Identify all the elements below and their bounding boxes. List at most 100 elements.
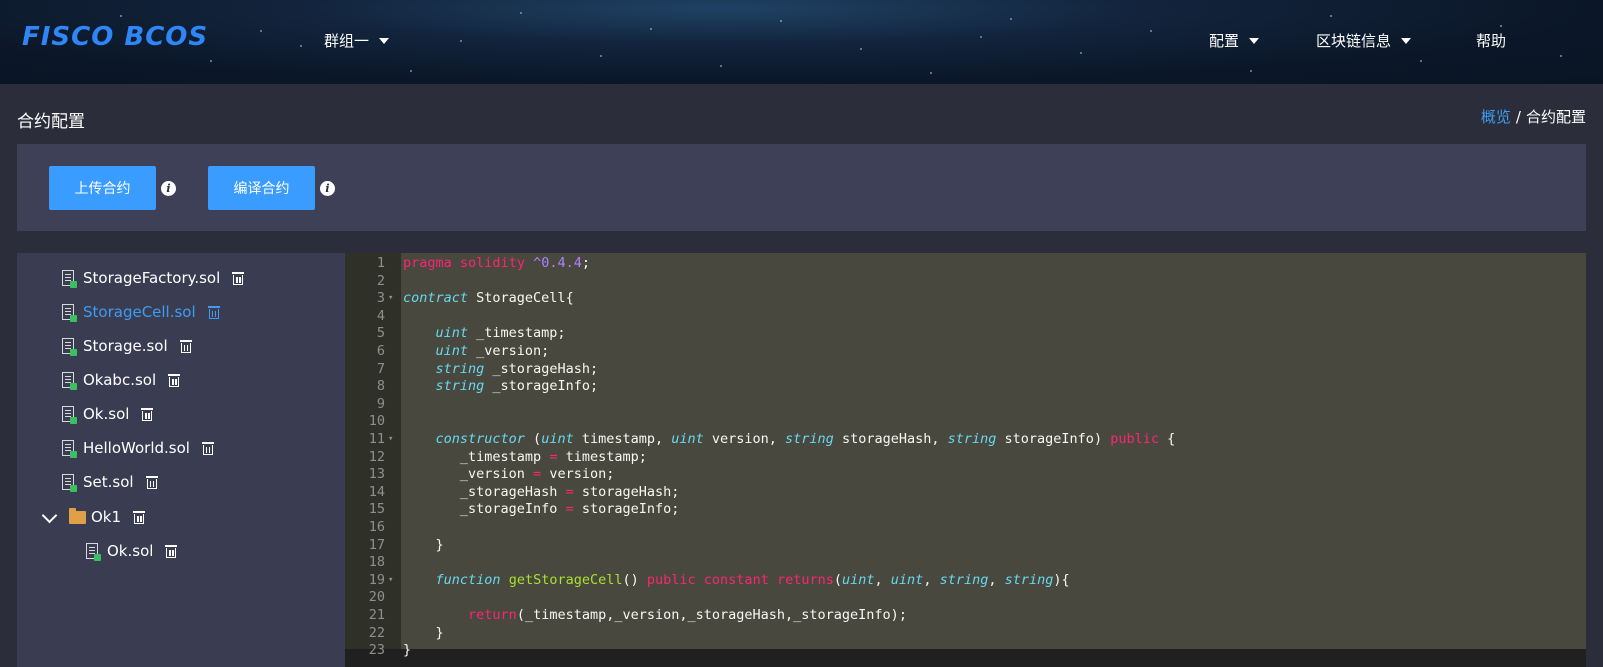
file-icon bbox=[62, 405, 77, 424]
file-name: HelloWorld.sol bbox=[83, 439, 190, 457]
code-text: } bbox=[403, 624, 444, 641]
line-number: 3 bbox=[376, 290, 385, 307]
code-line: 21 return(_timestamp,_version,_storageHa… bbox=[345, 606, 1586, 624]
group-dropdown-label: 群组一 bbox=[324, 32, 370, 50]
caret-down-icon bbox=[1401, 37, 1412, 44]
file-tree-item[interactable]: Okabc.sol bbox=[62, 371, 181, 390]
contract-toolbar: 上传合约 i 编译合约 i bbox=[17, 144, 1586, 231]
line-number: 1 bbox=[376, 255, 385, 271]
file-tree-item[interactable]: Ok.sol bbox=[86, 542, 178, 561]
code-line: 20 bbox=[345, 588, 1586, 606]
fold-toggle-icon[interactable]: ▾ bbox=[388, 289, 393, 307]
line-number: 18 bbox=[368, 554, 385, 571]
line-number: 5 bbox=[376, 325, 385, 342]
chain-info-menu[interactable]: 区块链信息 bbox=[1316, 30, 1412, 51]
upload-contract-button[interactable]: 上传合约 bbox=[49, 166, 156, 210]
code-line: 18 bbox=[345, 553, 1586, 571]
trash-icon[interactable] bbox=[207, 305, 220, 319]
line-number: 23 bbox=[368, 642, 385, 659]
code-text: function getStorageCell() public constan… bbox=[435, 571, 1070, 588]
code-line: 10 bbox=[345, 412, 1586, 430]
code-line: 4 bbox=[345, 307, 1586, 325]
code-line: 3 ▾ contract StorageCell{ bbox=[345, 289, 1586, 307]
breadcrumb: 概览 / 合约配置 bbox=[1481, 106, 1586, 127]
file-name: Storage.sol bbox=[83, 337, 168, 355]
code-line: 5 uint _timestamp; bbox=[345, 324, 1586, 342]
file-tree-item[interactable]: Set.sol bbox=[62, 473, 158, 492]
code-line: 2 bbox=[345, 272, 1586, 290]
code-text: uint _timestamp; bbox=[435, 325, 566, 342]
file-icon bbox=[62, 371, 77, 390]
line-number: 17 bbox=[368, 536, 385, 553]
trash-icon[interactable] bbox=[232, 271, 245, 285]
file-icon bbox=[62, 269, 77, 288]
file-name: Ok.sol bbox=[83, 405, 130, 423]
line-number: 6 bbox=[376, 343, 385, 359]
line-number: 19 bbox=[368, 571, 385, 588]
file-name: Okabc.sol bbox=[83, 371, 157, 389]
code-text: string _storageInfo; bbox=[435, 378, 599, 395]
trash-icon[interactable] bbox=[179, 339, 192, 353]
code-text: string _storageHash; bbox=[435, 360, 599, 377]
folder-name: Ok1 bbox=[91, 508, 122, 526]
trash-icon[interactable] bbox=[133, 510, 146, 524]
folder-icon bbox=[69, 507, 86, 524]
file-name: Set.sol bbox=[83, 473, 134, 491]
breadcrumb-home-link[interactable]: 概览 bbox=[1481, 108, 1511, 126]
contract-file-tree: StorageFactory.sol StorageCell.sol Storage… bbox=[17, 253, 345, 667]
trash-icon[interactable] bbox=[201, 441, 214, 455]
code-line: 1 pragma solidity ^0.4.4; bbox=[345, 254, 1586, 272]
chevron-down-icon[interactable] bbox=[41, 507, 58, 523]
code-text: } bbox=[403, 536, 444, 553]
line-number: 14 bbox=[368, 483, 385, 500]
code-line: 23} bbox=[345, 641, 1586, 659]
help-link-label: 帮助 bbox=[1476, 32, 1507, 50]
trash-icon[interactable] bbox=[145, 475, 158, 489]
file-icon bbox=[62, 439, 77, 458]
line-number: 12 bbox=[368, 448, 385, 465]
compile-contract-button[interactable]: 编译合约 bbox=[208, 166, 315, 210]
breadcrumb-current: 合约配置 bbox=[1525, 108, 1586, 126]
caret-down-icon bbox=[379, 37, 390, 44]
code-text: _timestamp = timestamp; bbox=[403, 448, 647, 465]
code-text: return(_timestamp,_version,_storageHash,… bbox=[468, 607, 907, 623]
caret-down-icon bbox=[1249, 37, 1260, 44]
file-tree-item[interactable]: Storage.sol bbox=[62, 337, 192, 356]
file-tree-item[interactable]: HelloWorld.sol bbox=[62, 439, 214, 458]
chain-info-menu-label: 区块链信息 bbox=[1316, 32, 1392, 50]
line-number: 7 bbox=[376, 360, 385, 377]
code-line: 17 } bbox=[345, 536, 1586, 554]
code-line: 15 _storageInfo = storageInfo; bbox=[345, 500, 1586, 518]
file-icon bbox=[62, 337, 77, 356]
config-menu-label: 配置 bbox=[1209, 32, 1240, 50]
fold-toggle-icon[interactable]: ▾ bbox=[388, 430, 393, 448]
page-title: 合约配置 bbox=[17, 112, 85, 132]
file-name: StorageFactory.sol bbox=[83, 269, 221, 287]
trash-icon[interactable] bbox=[168, 373, 181, 387]
breadcrumb-separator: / bbox=[1515, 108, 1521, 126]
fisco-bcos-logo[interactable]: FISCO BCOS bbox=[22, 22, 208, 52]
file-name: Ok.sol bbox=[107, 542, 154, 560]
code-text: _version = version; bbox=[403, 466, 615, 483]
upload-info-icon[interactable]: i bbox=[161, 181, 176, 196]
folder-tree-item[interactable]: Ok1 bbox=[40, 507, 146, 526]
line-number: 21 bbox=[368, 607, 385, 623]
config-menu[interactable]: 配置 bbox=[1209, 30, 1260, 51]
file-name: StorageCell.sol bbox=[83, 303, 196, 321]
file-icon bbox=[62, 303, 77, 322]
code-line: 6 uint _version; bbox=[345, 342, 1586, 360]
fold-toggle-icon[interactable]: ▾ bbox=[388, 571, 393, 589]
group-dropdown[interactable]: 群组一 bbox=[324, 30, 390, 51]
trash-icon[interactable] bbox=[141, 407, 154, 421]
help-link[interactable]: 帮助 bbox=[1476, 30, 1506, 51]
file-tree-item[interactable]: StorageCell.sol bbox=[62, 303, 220, 322]
code-line: 12 _timestamp = timestamp; bbox=[345, 448, 1586, 466]
line-number: 16 bbox=[368, 519, 385, 535]
trash-icon[interactable] bbox=[165, 544, 178, 558]
code-text: pragma solidity ^0.4.4; bbox=[403, 255, 591, 271]
code-editor[interactable]: 1 pragma solidity ^0.4.4; 2 3 ▾ contract Stor… bbox=[345, 253, 1586, 667]
file-tree-item[interactable]: StorageFactory.sol bbox=[62, 269, 245, 288]
code-text: constructor (uint timestamp, uint versio… bbox=[435, 431, 1176, 447]
file-tree-item[interactable]: Ok.sol bbox=[62, 405, 154, 424]
compile-info-icon[interactable]: i bbox=[320, 181, 335, 196]
